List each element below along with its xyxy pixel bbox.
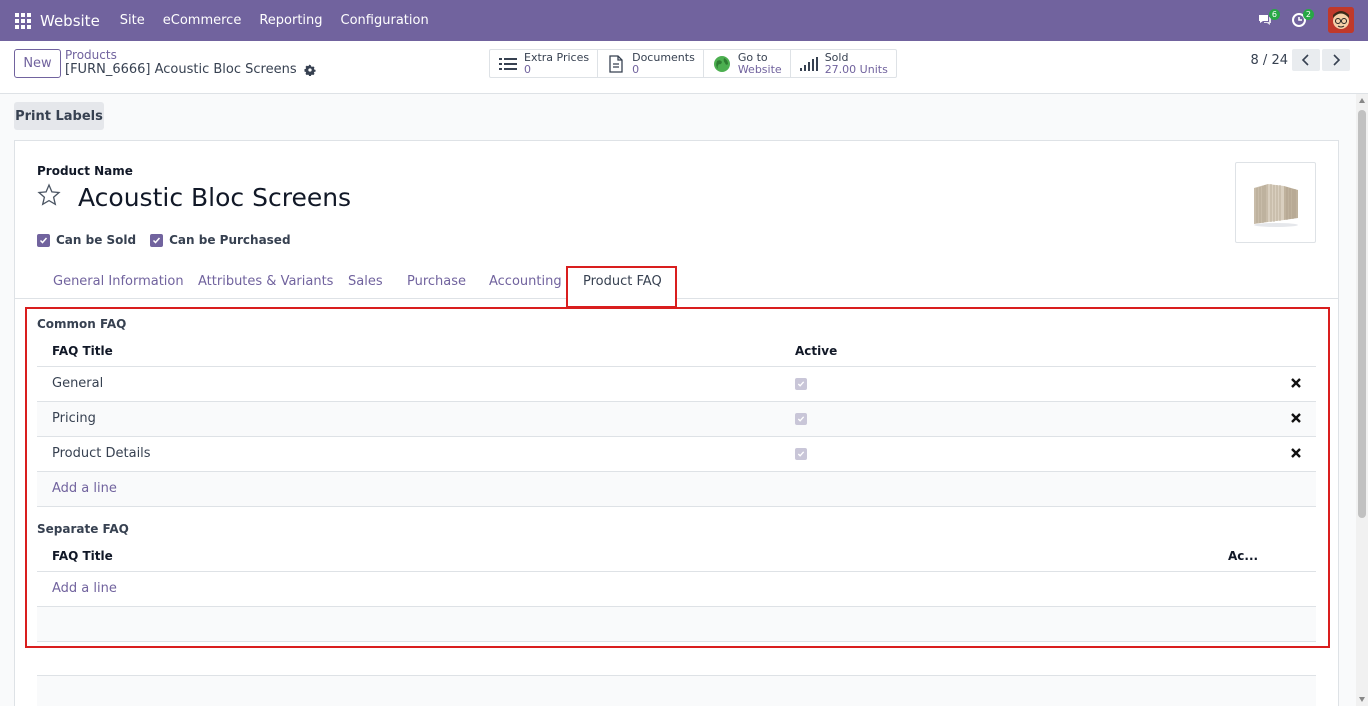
tab-sales[interactable]: Sales [348, 274, 383, 289]
can-be-sold-label: Can be Sold [56, 233, 137, 247]
chevron-right-icon [1333, 54, 1341, 66]
documents-label: Documents [632, 50, 695, 64]
chatter-area [37, 676, 1316, 706]
print-labels-button[interactable]: Print Labels [14, 102, 104, 130]
menu-site[interactable]: Site [120, 13, 145, 28]
breadcrumb-products[interactable]: Products [65, 48, 117, 62]
app-brand[interactable]: Website [40, 12, 100, 30]
documents-value: 0 [632, 62, 640, 76]
faq-highlight-frame [25, 307, 1330, 648]
go-to-label: Go to [737, 50, 768, 64]
form-content: Print Labels Product Name Acoustic Bloc … [0, 94, 1356, 706]
scroll-up-icon[interactable] [1359, 98, 1365, 103]
go-to-value: Website [737, 62, 782, 76]
extra-prices-button[interactable]: Extra Prices 0 [490, 50, 599, 77]
form-sheet: Product Name Acoustic Bloc Screens Can b… [14, 140, 1339, 706]
tab-general-information[interactable]: General Information [53, 274, 184, 289]
can-be-purchased-checkbox[interactable]: Can be Purchased [150, 233, 291, 247]
tab-purchase[interactable]: Purchase [407, 274, 466, 289]
bar-chart-icon [799, 54, 819, 74]
menu-configuration[interactable]: Configuration [341, 13, 429, 28]
product-flags: Can be Sold Can be Purchased [37, 233, 305, 247]
menu-ecommerce[interactable]: eCommerce [163, 13, 242, 28]
gear-icon[interactable] [304, 64, 316, 76]
sold-button[interactable]: Sold 27.00 Units [791, 50, 896, 77]
activities-button[interactable]: 2 [1286, 7, 1314, 33]
sold-label: Sold [824, 50, 849, 64]
top-navbar: Website Site eCommerce Reporting Configu… [0, 0, 1368, 41]
pager-previous-button[interactable] [1292, 49, 1320, 71]
product-name-label: Product Name [37, 164, 133, 178]
tab-accounting[interactable]: Accounting [489, 274, 562, 289]
messages-button[interactable]: 6 [1252, 7, 1280, 33]
list-icon [498, 54, 518, 74]
breadcrumb-current: [FURN_6666] Acoustic Bloc Screens [65, 62, 316, 77]
product-name-field[interactable]: Acoustic Bloc Screens [78, 183, 351, 212]
apps-menu-icon[interactable] [15, 12, 31, 29]
sold-value: 27.00 Units [824, 62, 888, 76]
user-avatar[interactable] [1328, 7, 1354, 33]
scroll-down-icon[interactable] [1359, 697, 1365, 702]
globe-icon [712, 54, 732, 74]
pager-next-button[interactable] [1322, 49, 1350, 71]
pager-buttons [1290, 49, 1350, 71]
can-be-sold-checkbox[interactable]: Can be Sold [37, 233, 136, 247]
check-icon [150, 233, 164, 247]
menu-reporting[interactable]: Reporting [259, 13, 322, 28]
go-to-website-button[interactable]: Go to Website [704, 50, 791, 77]
vertical-scrollbar[interactable] [1356, 94, 1368, 706]
breadcrumb-current-label: [FURN_6666] Acoustic Bloc Screens [65, 62, 297, 77]
extra-prices-label: Extra Prices [524, 50, 590, 64]
chevron-left-icon [1301, 54, 1309, 66]
pager-value[interactable]: 8 / 24 [1251, 53, 1288, 68]
control-panel: New Products [FURN_6666] Acoustic Bloc S… [0, 41, 1368, 94]
check-icon [37, 233, 50, 247]
notebook-tabs: General Information Attributes & Variant… [15, 266, 1338, 308]
new-button[interactable]: New [14, 49, 61, 78]
star-icon[interactable] [37, 183, 61, 207]
product-image[interactable] [1235, 162, 1316, 243]
tab-attributes-variants[interactable]: Attributes & Variants [198, 274, 333, 289]
can-be-purchased-label: Can be Purchased [169, 233, 291, 247]
extra-prices-value: 0 [524, 62, 531, 76]
activities-badge: 2 [1302, 9, 1314, 20]
documents-button[interactable]: Documents 0 [598, 50, 704, 77]
scrollbar-thumb[interactable] [1358, 110, 1366, 518]
tab-product-faq[interactable]: Product FAQ [583, 274, 662, 289]
smart-buttons: Extra Prices 0 Documents 0 Go to Website So… [489, 49, 897, 78]
messages-badge: 6 [1268, 9, 1280, 20]
document-icon [606, 54, 626, 74]
